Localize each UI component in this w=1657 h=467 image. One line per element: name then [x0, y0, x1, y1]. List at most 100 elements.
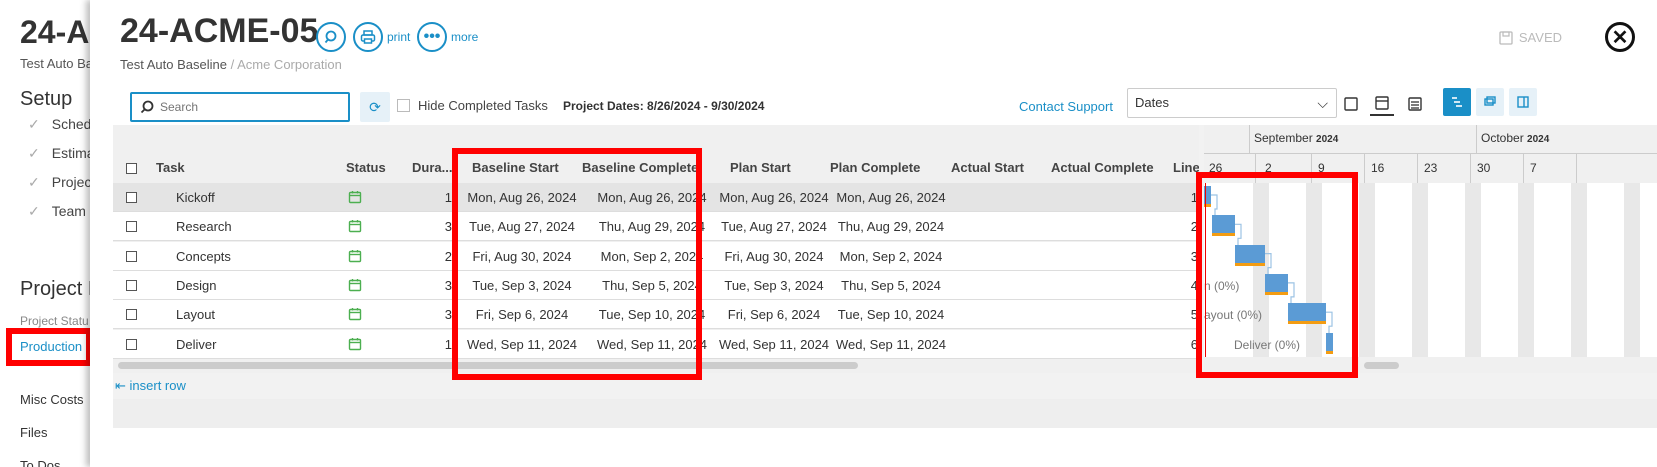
project-dates: Project Dates: 8/26/2024 - 9/30/2024	[563, 99, 765, 113]
cell-plan-complete[interactable]: Thu, Sep 5, 2024	[831, 271, 951, 300]
calendar-icon[interactable]	[348, 219, 362, 238]
header-task[interactable]: Task	[156, 153, 185, 183]
row-checkbox[interactable]	[126, 309, 137, 321]
hide-completed-label: Hide Completed Tasks	[418, 98, 548, 113]
cell-actual-complete[interactable]	[1051, 183, 1181, 212]
cell-task[interactable]: Layout	[176, 300, 326, 329]
cell-actual-complete[interactable]	[1051, 300, 1181, 329]
cell-task[interactable]: Deliver	[176, 330, 326, 359]
search-field[interactable]	[130, 92, 350, 122]
insert-row-button[interactable]: ⇤ insert row	[115, 378, 186, 394]
gantt-day-label: 7	[1530, 161, 1537, 175]
view-split-button[interactable]	[1370, 92, 1394, 116]
side-panel-button[interactable]	[1509, 88, 1537, 116]
calendar-icon[interactable]	[348, 278, 362, 297]
setup-item-schedule[interactable]: ✓ Sched	[28, 116, 91, 133]
cell-plan-complete[interactable]: Wed, Sep 11, 2024	[831, 330, 951, 359]
cell-plan-start[interactable]: Wed, Sep 11, 2024	[709, 330, 839, 359]
cell-actual-start[interactable]	[951, 271, 1061, 300]
saved-status: SAVED	[1499, 30, 1562, 45]
cell-plan-complete[interactable]: Tue, Sep 10, 2024	[831, 300, 951, 329]
cell-actual-start[interactable]	[951, 242, 1061, 271]
more-label[interactable]: more	[451, 30, 478, 44]
cell-duration[interactable]: 2	[412, 242, 452, 271]
cell-plan-start[interactable]: Tue, Sep 3, 2024	[709, 271, 839, 300]
cell-line[interactable]: 3	[1168, 242, 1198, 271]
header-actual-complete[interactable]: Actual Complete	[1051, 153, 1154, 183]
highlight-production	[6, 328, 92, 366]
gantt-view-button[interactable]	[1443, 88, 1471, 116]
print-label[interactable]: print	[387, 30, 410, 44]
todos-link[interactable]: To Dos	[20, 458, 60, 467]
cell-actual-complete[interactable]	[1051, 212, 1181, 241]
header-duration[interactable]: Dura...	[412, 153, 452, 183]
setup-item-estimate[interactable]: ✓ Estima	[28, 145, 95, 162]
search-button[interactable]	[316, 22, 346, 52]
search-input[interactable]	[160, 100, 340, 114]
cell-plan-start[interactable]: Fri, Sep 6, 2024	[709, 300, 839, 329]
header-actual-start[interactable]: Actual Start	[951, 153, 1024, 183]
cell-duration[interactable]: 1	[412, 183, 452, 212]
cell-task[interactable]: Kickoff	[176, 183, 326, 212]
dates-dropdown[interactable]: Dates ⌵	[1127, 88, 1337, 118]
row-checkbox[interactable]	[126, 338, 137, 350]
cell-line[interactable]: 4	[1168, 271, 1198, 300]
gantt-month-october: October 2024	[1481, 131, 1550, 145]
cell-actual-complete[interactable]	[1051, 242, 1181, 271]
gantt-day-label: 30	[1477, 161, 1491, 175]
gantt-scrollbar[interactable]	[1364, 362, 1399, 369]
cell-actual-start[interactable]	[951, 183, 1061, 212]
gantt-day-label: 16	[1371, 161, 1385, 175]
view-list-button[interactable]	[1403, 92, 1427, 116]
gantt-week-divider	[1470, 153, 1471, 183]
view-grid-only-button[interactable]	[1339, 92, 1363, 116]
cell-plan-complete[interactable]: Mon, Sep 2, 2024	[831, 242, 951, 271]
calendar-icon[interactable]	[348, 337, 362, 356]
contact-support-link[interactable]: Contact Support	[1019, 99, 1113, 114]
cell-plan-complete[interactable]: Mon, Aug 26, 2024	[831, 183, 951, 212]
files-link[interactable]: Files	[20, 425, 47, 440]
cell-actual-complete[interactable]	[1051, 330, 1181, 359]
cell-line[interactable]: 2	[1168, 212, 1198, 241]
baseline-view-button[interactable]	[1476, 88, 1504, 116]
cell-duration[interactable]: 3	[412, 212, 452, 241]
misc-costs-link[interactable]: Misc Costs	[20, 392, 84, 407]
cell-line[interactable]: 5	[1168, 300, 1198, 329]
setup-item-project[interactable]: ✓ Projec	[28, 174, 91, 191]
cell-plan-complete[interactable]: Thu, Aug 29, 2024	[831, 212, 951, 241]
calendar-icon[interactable]	[348, 249, 362, 268]
header-plan-complete[interactable]: Plan Complete	[830, 153, 920, 183]
cell-plan-start[interactable]: Tue, Aug 27, 2024	[709, 212, 839, 241]
cell-duration[interactable]: 3	[412, 300, 452, 329]
cell-duration[interactable]: 1	[412, 330, 452, 359]
cell-duration[interactable]: 3	[412, 271, 452, 300]
more-button[interactable]: •••	[417, 22, 447, 52]
cell-plan-start[interactable]: Fri, Aug 30, 2024	[709, 242, 839, 271]
cell-plan-start[interactable]: Mon, Aug 26, 2024	[709, 183, 839, 212]
setup-item-team[interactable]: ✓ Team	[28, 203, 86, 220]
gantt-month-september: September 2024	[1254, 131, 1339, 145]
cell-actual-complete[interactable]	[1051, 271, 1181, 300]
cell-task[interactable]: Concepts	[176, 242, 326, 271]
cell-line[interactable]: 1	[1168, 183, 1198, 212]
row-checkbox[interactable]	[126, 279, 137, 291]
cell-actual-start[interactable]	[951, 300, 1061, 329]
cell-task[interactable]: Design	[176, 271, 326, 300]
header-plan-start[interactable]: Plan Start	[730, 153, 791, 183]
refresh-button[interactable]: ⟳	[360, 92, 390, 122]
calendar-icon[interactable]	[348, 190, 362, 209]
print-button[interactable]	[353, 22, 383, 52]
row-checkbox[interactable]	[126, 221, 137, 233]
row-checkbox[interactable]	[126, 250, 137, 262]
cell-actual-start[interactable]	[951, 330, 1061, 359]
close-button[interactable]: ✕	[1605, 22, 1635, 52]
calendar-icon[interactable]	[348, 307, 362, 326]
select-all-checkbox[interactable]	[126, 163, 137, 174]
cell-task[interactable]: Research	[176, 212, 326, 241]
header-status[interactable]: Status	[346, 153, 386, 183]
hide-completed-checkbox[interactable]	[397, 99, 410, 112]
cell-actual-start[interactable]	[951, 212, 1061, 241]
row-checkbox[interactable]	[126, 192, 137, 203]
cell-line[interactable]: 6	[1168, 330, 1198, 359]
save-icon	[1499, 30, 1513, 45]
